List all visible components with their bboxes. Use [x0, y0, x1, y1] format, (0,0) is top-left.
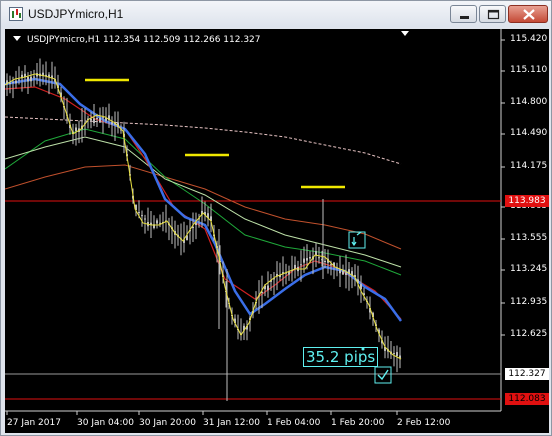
- candle-body: [342, 271, 344, 275]
- time-axis-label: 31 Jan 12:00: [203, 418, 260, 428]
- time-axis-label: 1 Feb 04:00: [267, 418, 321, 428]
- time-axis-label: 30 Jan 20:00: [139, 418, 196, 428]
- candle-body: [18, 79, 20, 81]
- candle-body: [294, 264, 296, 269]
- candle-body: [339, 269, 341, 274]
- price-axis-label: 112.935: [510, 297, 548, 307]
- price-chart[interactable]: USDJPYmicro,H1 112.354 112.509 112.266 1…: [5, 29, 549, 433]
- candle-body: [12, 81, 14, 83]
- maximize-icon: [487, 9, 500, 20]
- candle-body: [90, 118, 92, 121]
- chart-app-icon: [9, 7, 23, 21]
- price-axis-label: 114.490: [510, 128, 548, 138]
- candle-body: [324, 261, 326, 262]
- time-axis-label: 30 Jan 04:00: [77, 418, 134, 428]
- candle-body: [318, 257, 320, 259]
- price-ticks: [501, 39, 505, 336]
- candle-body: [393, 353, 395, 355]
- green-ma: [5, 128, 402, 276]
- price-axis-label: 113.245: [510, 264, 548, 274]
- chart-canvas[interactable]: [5, 29, 549, 433]
- sell-arrow-icon: [351, 231, 362, 247]
- candle-body: [75, 127, 77, 132]
- candle-body: [93, 118, 95, 123]
- candle-body: [396, 352, 398, 356]
- chart-menu-arrow-icon[interactable]: [13, 36, 21, 41]
- window-title: USDJPYmicro,H1: [28, 7, 124, 21]
- price-axis-label: 115.110: [510, 65, 548, 75]
- candle-body: [267, 285, 269, 291]
- candle-body: [309, 257, 311, 259]
- time-ticks: [6, 411, 398, 415]
- lower-level-tag: 112.083: [505, 393, 549, 405]
- time-axis-label: 2 Feb 12:00: [397, 418, 451, 428]
- candle-body: [195, 222, 197, 226]
- candle-body: [96, 118, 98, 119]
- candle-body: [141, 215, 143, 217]
- candle-body: [9, 83, 11, 84]
- price-axis-label: 114.800: [510, 97, 548, 107]
- candle-body: [138, 212, 140, 214]
- minimize-icon: [460, 16, 469, 19]
- candle-body: [156, 220, 158, 224]
- indicator-window-arrow-icon[interactable]: [401, 31, 409, 36]
- minimize-button[interactable]: [450, 5, 477, 23]
- current-price-tag: 112.327: [505, 368, 549, 380]
- price-axis-label: 115.420: [510, 34, 548, 44]
- candle-body: [15, 80, 17, 84]
- title-bar[interactable]: USDJPYmicro,H1: [1, 1, 551, 27]
- candle-body: [33, 76, 35, 78]
- time-axis-label: 1 Feb 20:00: [331, 418, 385, 428]
- price-axis-label: 114.175: [510, 161, 548, 171]
- lightgreen-ma: [5, 136, 402, 268]
- candle-body: [303, 258, 305, 263]
- close-icon: [523, 9, 535, 20]
- candle-body: [345, 272, 347, 276]
- close-signal-box[interactable]: [374, 366, 392, 384]
- brown-ma: [5, 164, 402, 250]
- pink-slow-ma: [5, 116, 402, 165]
- candle-body: [102, 117, 104, 119]
- close-button[interactable]: [508, 5, 548, 23]
- time-axis-label: 27 Jan 2017: [7, 418, 61, 428]
- pips-annotation[interactable]: 35.2 pips: [303, 347, 379, 367]
- upper-level-tag: 113.983: [505, 195, 549, 207]
- candle-body: [30, 76, 32, 82]
- price-axis-label: 113.555: [510, 233, 548, 243]
- candle-body: [111, 122, 113, 125]
- candle-body: [144, 218, 146, 220]
- symbol-info: USDJPYmicro,H1 112.354 112.509 112.266 1…: [27, 35, 261, 45]
- candle-body: [306, 258, 308, 261]
- chart-window: USDJPYmicro,H1 USDJPYmicro,H1 112.354 11…: [0, 0, 552, 436]
- candle-body: [99, 117, 101, 123]
- candle-body: [192, 227, 194, 228]
- maximize-button[interactable]: [479, 5, 506, 23]
- candle-body: [27, 76, 29, 82]
- candle-body: [300, 264, 302, 266]
- price-axis-label: 112.625: [510, 329, 548, 339]
